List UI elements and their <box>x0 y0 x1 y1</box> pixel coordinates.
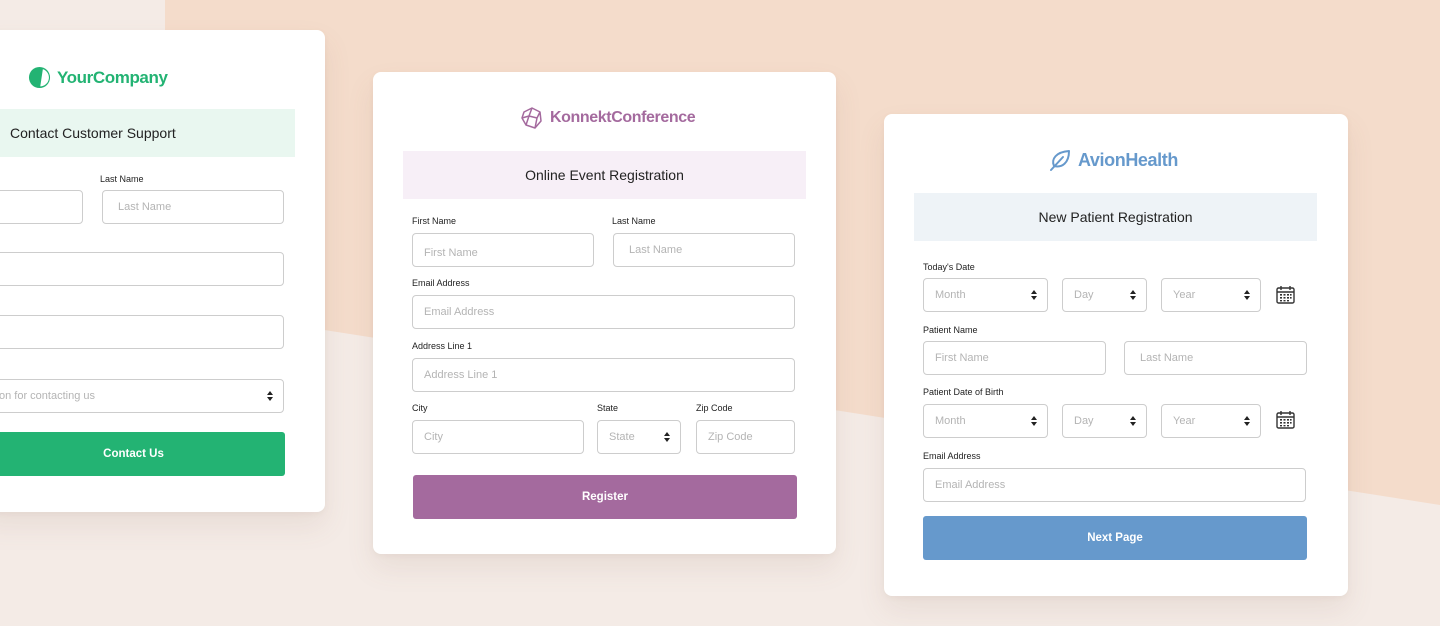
today-month-select[interactable]: Month <box>923 278 1048 312</box>
dob-month-select[interactable]: Month <box>923 404 1048 438</box>
first-name-input[interactable] <box>0 190 83 224</box>
patient-first-name-input[interactable] <box>923 341 1106 375</box>
city-input[interactable] <box>412 420 584 454</box>
yourcompany-logo: YourCompany <box>28 66 168 89</box>
form-title: New Patient Registration <box>1038 209 1193 225</box>
half-circle-icon <box>28 66 51 89</box>
patient-last-name-input[interactable] <box>1124 341 1307 375</box>
logo-text: AvionHealth <box>1078 149 1178 170</box>
dob-label: Patient Date of Birth <box>923 387 1004 397</box>
email-label: Email Address <box>412 278 470 288</box>
zip-label: Zip Code <box>696 403 733 413</box>
select-arrows-icon <box>1130 416 1136 426</box>
form-title-band: New Patient Registration <box>914 193 1317 241</box>
contact-us-button[interactable]: Contact Us <box>0 432 285 476</box>
day-placeholder: Day <box>1074 415 1094 427</box>
select-arrows-icon <box>1031 290 1037 300</box>
calendar-icon[interactable] <box>1275 409 1296 430</box>
state-label: State <box>597 403 619 413</box>
last-name-input[interactable] <box>613 233 795 267</box>
dob-day-select[interactable]: Day <box>1062 404 1147 438</box>
address-input[interactable] <box>412 358 795 392</box>
leaf-icon <box>1050 150 1070 171</box>
contact-support-card: YourCompany Contact Customer Support Las… <box>0 30 325 512</box>
patient-registration-card: AvionHealth New Patient Registration Tod… <box>884 114 1348 596</box>
last-name-input[interactable] <box>102 190 284 224</box>
email-input[interactable] <box>412 295 795 329</box>
register-label: Register <box>581 491 629 503</box>
state-select[interactable]: State <box>597 420 681 454</box>
day-placeholder: Day <box>1074 289 1094 301</box>
last-name-label: Last Name <box>612 216 656 226</box>
logo-text: YourCompany <box>57 67 168 87</box>
logo-text: KonnektConference <box>550 109 696 126</box>
polyhedron-icon <box>521 107 542 129</box>
todays-date-label: Today's Date <box>923 262 975 272</box>
next-page-label: Next Page <box>1087 532 1143 544</box>
event-registration-card: KonnektConference Online Event Registrat… <box>373 72 836 554</box>
email-label: Email Address <box>923 451 981 461</box>
email-input[interactable] <box>0 252 284 286</box>
email-input[interactable] <box>923 468 1306 502</box>
address-label: Address Line 1 <box>412 341 473 351</box>
dob-year-select[interactable]: Year <box>1161 404 1261 438</box>
first-name-label: First Name <box>412 216 457 226</box>
konnekt-logo: KonnektConference <box>520 106 696 130</box>
month-placeholder: Month <box>935 289 966 301</box>
year-placeholder: Year <box>1173 415 1196 427</box>
select-arrows-icon <box>1244 416 1250 426</box>
last-name-label: Last Name <box>100 174 144 184</box>
form-title-band: Contact Customer Support <box>0 109 295 157</box>
next-page-button[interactable]: Next Page <box>923 516 1307 560</box>
patient-name-label: Patient Name <box>923 325 978 335</box>
reason-placeholder: on for contacting us <box>0 390 96 402</box>
reason-select[interactable]: on for contacting us <box>0 379 284 413</box>
select-arrows-icon <box>1031 416 1037 426</box>
form-title: Contact Customer Support <box>10 125 176 141</box>
select-arrows-icon <box>1244 290 1250 300</box>
select-arrows-icon <box>1130 290 1136 300</box>
phone-input[interactable] <box>0 315 284 349</box>
select-arrows-icon <box>267 391 273 401</box>
month-placeholder: Month <box>935 415 966 427</box>
register-button[interactable]: Register <box>413 475 797 519</box>
city-label: City <box>412 403 428 413</box>
year-placeholder: Year <box>1173 289 1196 301</box>
state-placeholder: State <box>609 431 635 443</box>
today-day-select[interactable]: Day <box>1062 278 1147 312</box>
calendar-icon[interactable] <box>1275 284 1296 305</box>
contact-us-label: Contact Us <box>103 448 164 460</box>
form-title: Online Event Registration <box>525 167 684 183</box>
avion-logo: AvionHealth <box>1048 148 1178 172</box>
zip-input[interactable] <box>696 420 795 454</box>
select-arrows-icon <box>664 432 670 442</box>
today-year-select[interactable]: Year <box>1161 278 1261 312</box>
first-name-input[interactable] <box>412 233 594 267</box>
form-title-band: Online Event Registration <box>403 151 806 199</box>
